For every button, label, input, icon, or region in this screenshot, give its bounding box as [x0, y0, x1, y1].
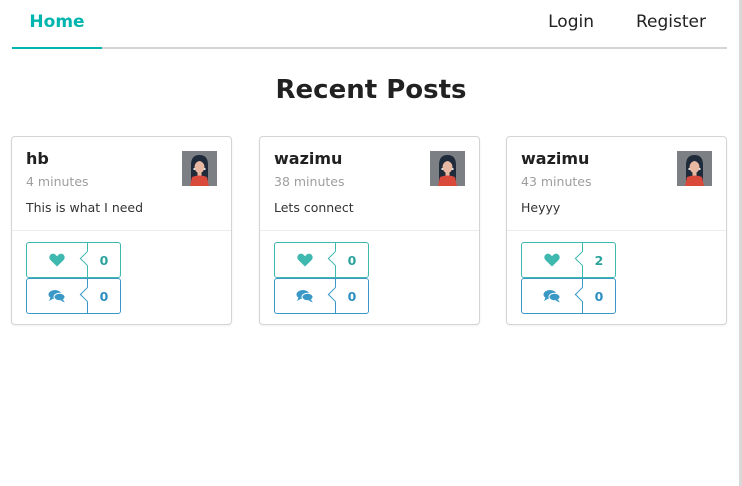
comment-button[interactable]: 0	[26, 278, 121, 314]
post-author[interactable]: wazimu	[521, 149, 589, 168]
heart-icon	[297, 253, 313, 267]
post-card: hb 4 minutes This is what I need 0 0	[11, 136, 232, 325]
avatar[interactable]	[430, 151, 465, 186]
comment-count: 0	[574, 279, 615, 313]
nav-login-link[interactable]: Login	[527, 12, 615, 36]
post-author[interactable]: wazimu	[274, 149, 342, 168]
nav-register-link[interactable]: Register	[615, 12, 727, 36]
avatar-image	[430, 151, 465, 186]
comment-count-value: 0	[594, 288, 604, 304]
comment-button-icon-area[interactable]	[27, 279, 88, 313]
post-card-content: wazimu 38 minutes Lets connect	[260, 137, 479, 231]
post-body: Heyyy	[521, 200, 561, 215]
post-author[interactable]: hb	[26, 149, 49, 168]
like-button[interactable]: 2	[521, 242, 616, 278]
comment-button[interactable]: 0	[521, 278, 616, 314]
avatar-image	[677, 151, 712, 186]
like-count: 2	[574, 243, 615, 277]
heart-icon	[544, 253, 560, 267]
comment-count: 0	[79, 279, 120, 313]
like-count: 0	[327, 243, 368, 277]
comment-button-icon-area[interactable]	[522, 279, 583, 313]
top-nav: Home Login Register	[12, 0, 727, 49]
post-card: wazimu 43 minutes Heyyy 2 0	[506, 136, 727, 325]
like-button-icon-area[interactable]	[275, 243, 336, 277]
post-card-content: wazimu 43 minutes Heyyy	[507, 137, 726, 231]
page: Home Login Register Recent Posts hb 4 mi…	[0, 0, 742, 486]
comments-icon	[48, 290, 66, 303]
comment-button-icon-area[interactable]	[275, 279, 336, 313]
comment-count-value: 0	[99, 288, 109, 304]
post-time: 43 minutes	[521, 174, 592, 189]
like-button[interactable]: 0	[26, 242, 121, 278]
heart-icon	[49, 253, 65, 267]
comment-count-value: 0	[347, 288, 357, 304]
avatar-image	[182, 151, 217, 186]
like-count-value: 0	[99, 252, 109, 268]
nav-home-tab[interactable]: Home	[12, 0, 102, 49]
comments-icon	[543, 290, 561, 303]
page-title: Recent Posts	[275, 75, 467, 105]
avatar[interactable]	[677, 151, 712, 186]
post-card: wazimu 38 minutes Lets connect 0 0	[259, 136, 480, 325]
comment-button[interactable]: 0	[274, 278, 369, 314]
post-body: Lets connect	[274, 200, 354, 215]
comments-icon	[296, 290, 314, 303]
post-time: 4 minutes	[26, 174, 89, 189]
like-button[interactable]: 0	[274, 242, 369, 278]
like-button-icon-area[interactable]	[27, 243, 88, 277]
comment-count: 0	[327, 279, 368, 313]
post-time: 38 minutes	[274, 174, 345, 189]
like-button-icon-area[interactable]	[522, 243, 583, 277]
like-count: 0	[79, 243, 120, 277]
post-body: This is what I need	[26, 200, 144, 215]
like-count-value: 2	[594, 252, 604, 268]
nav-right-menu: Login Register	[527, 0, 727, 47]
like-count-value: 0	[347, 252, 357, 268]
post-card-content: hb 4 minutes This is what I need	[12, 137, 231, 231]
avatar[interactable]	[182, 151, 217, 186]
